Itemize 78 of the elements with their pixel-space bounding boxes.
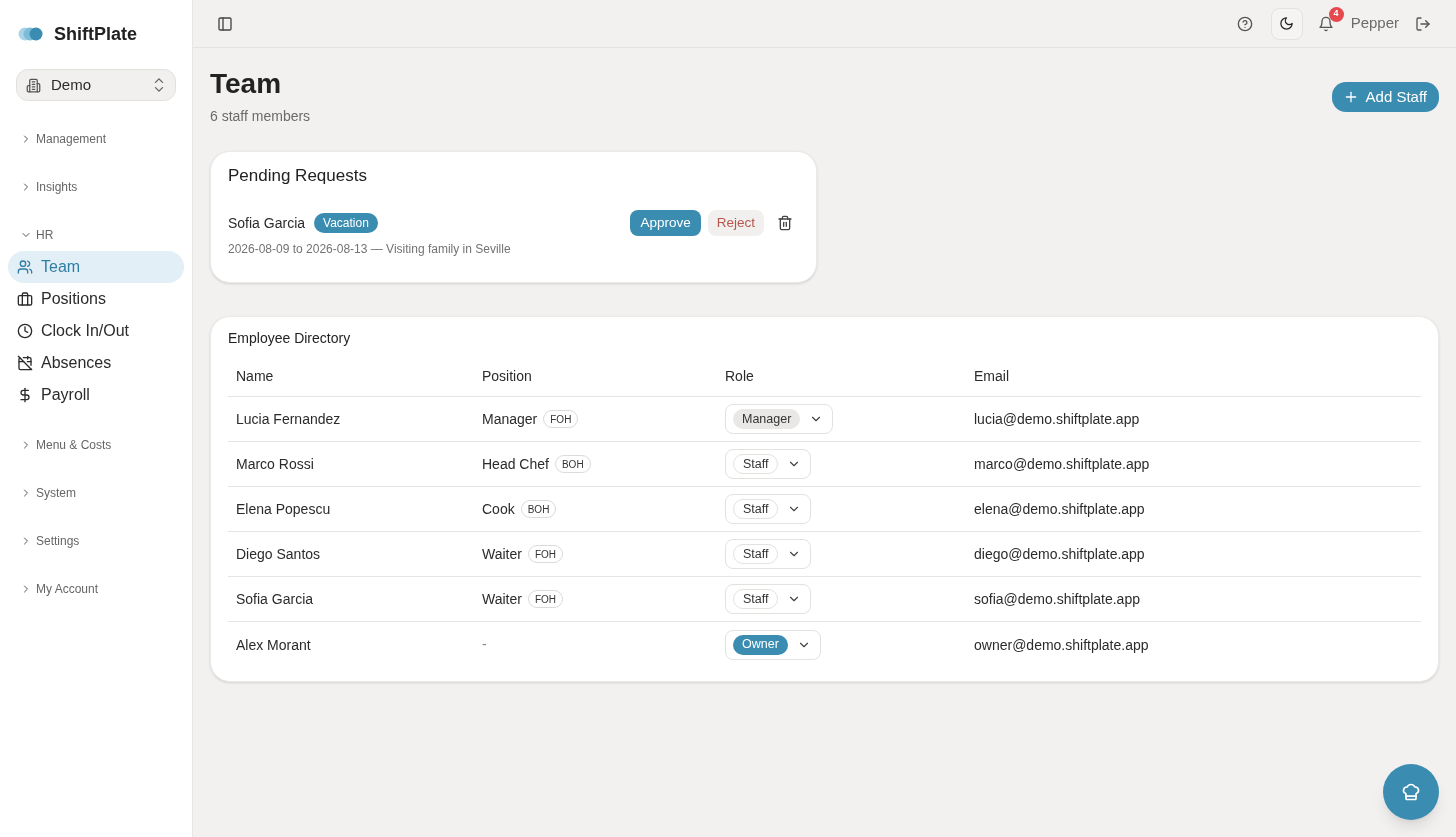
employee-position: Manager <box>482 409 538 429</box>
employee-name: Marco Rossi <box>236 456 314 472</box>
moon-icon <box>1279 16 1295 31</box>
nav-item[interactable]: Clock In/Out <box>8 315 184 347</box>
role-badge: Manager <box>733 409 801 429</box>
employee-name: Diego Santos <box>236 546 321 562</box>
bell-icon[interactable] <box>1317 15 1334 32</box>
column-header: Role <box>725 368 754 384</box>
employee-position: Head Chef <box>482 454 549 474</box>
help-icon[interactable] <box>1236 15 1253 32</box>
role-select[interactable]: Staff <box>725 494 812 524</box>
role-badge: Staff <box>733 499 779 519</box>
dollar-icon <box>17 387 33 403</box>
theme-toggle-button[interactable] <box>1270 7 1303 40</box>
nav-group-toggle[interactable]: Menu & Costs <box>0 429 192 461</box>
request-type-badge: Vacation <box>314 213 378 233</box>
calendar-off-icon <box>17 355 33 371</box>
user-name[interactable]: Pepper <box>1350 12 1399 35</box>
chef-hat-icon <box>1401 782 1421 802</box>
page-subtitle: 6 staff members <box>210 107 311 126</box>
employee-email: sofia@demo.shiftplate.app <box>974 591 1140 607</box>
role-badge: Staff <box>733 544 779 564</box>
column-header: Name <box>236 368 274 384</box>
nav-item[interactable]: Payroll <box>8 379 184 411</box>
floating-help-button[interactable] <box>1383 764 1439 820</box>
building-icon <box>26 77 41 93</box>
employee-email: lucia@demo.shiftplate.app <box>974 411 1140 427</box>
employee-position: - <box>482 635 487 654</box>
employee-position: Waiter <box>482 589 522 609</box>
up-down-chevron-icon <box>153 78 165 92</box>
reject-button[interactable]: Reject <box>707 210 764 236</box>
workspace-select[interactable]: Demo <box>16 69 176 101</box>
people-icon <box>17 259 33 275</box>
logo-icon <box>18 27 43 41</box>
nav-group-toggle[interactable]: Insights <box>0 171 192 203</box>
nav-group-toggle[interactable]: Settings <box>0 525 192 557</box>
role-select[interactable]: Staff <box>725 584 812 614</box>
request-details: 2026-08-09 to 2026-08-13 — Visiting family in Seville <box>228 241 512 257</box>
nav-group-toggle[interactable]: My Account <box>0 573 192 605</box>
logout-icon[interactable] <box>1415 15 1431 32</box>
column-header: Position <box>482 368 532 384</box>
role-select[interactable]: Manager <box>725 404 834 434</box>
brand-name: ShiftPlate <box>54 22 137 46</box>
employee-position: Waiter <box>482 544 522 564</box>
employee-name: Sofia Garcia <box>236 591 314 607</box>
nav-group-toggle[interactable]: System <box>0 477 192 509</box>
clock-icon <box>17 323 33 339</box>
trash-icon[interactable] <box>777 215 793 231</box>
role-badge: Owner <box>733 634 788 655</box>
card-title: Employee Directory <box>228 329 352 348</box>
approve-button[interactable]: Approve <box>630 210 701 236</box>
add-staff-button[interactable]: Add Staff <box>1331 82 1439 112</box>
nav-item[interactable]: Absences <box>8 347 184 379</box>
role-select[interactable]: Owner <box>725 629 821 660</box>
page-title: Team <box>210 68 283 100</box>
employee-email: owner@demo.shiftplate.app <box>974 636 1149 653</box>
role-select[interactable]: Staff <box>725 539 812 569</box>
employee-email: diego@demo.shiftplate.app <box>974 546 1145 562</box>
requester-name: Sofia Garcia <box>228 213 306 233</box>
notification-badge: 4 <box>1328 6 1344 22</box>
employee-name: Elena Popescu <box>236 501 331 517</box>
card-title: Pending Requests <box>228 165 368 187</box>
employee-position: Cook <box>482 499 515 519</box>
plus-icon <box>1343 90 1358 104</box>
sidebar-toggle-icon[interactable] <box>217 15 233 32</box>
nav-group-toggle[interactable]: Management <box>0 123 192 155</box>
nav-item[interactable]: Team <box>8 251 184 283</box>
column-header: Email <box>974 368 1009 384</box>
employee-email: marco@demo.shiftplate.app <box>974 456 1150 472</box>
role-badge: Staff <box>733 589 779 609</box>
role-select[interactable]: Staff <box>725 449 812 479</box>
employee-email: elena@demo.shiftplate.app <box>974 501 1145 517</box>
nav-group-toggle[interactable]: HR <box>0 219 192 251</box>
briefcase-icon <box>17 291 33 307</box>
nav-item[interactable]: Positions <box>8 283 184 315</box>
employee-name: Alex Morant <box>236 636 311 653</box>
employee-name: Lucia Fernandez <box>236 411 341 427</box>
role-badge: Staff <box>733 454 779 474</box>
